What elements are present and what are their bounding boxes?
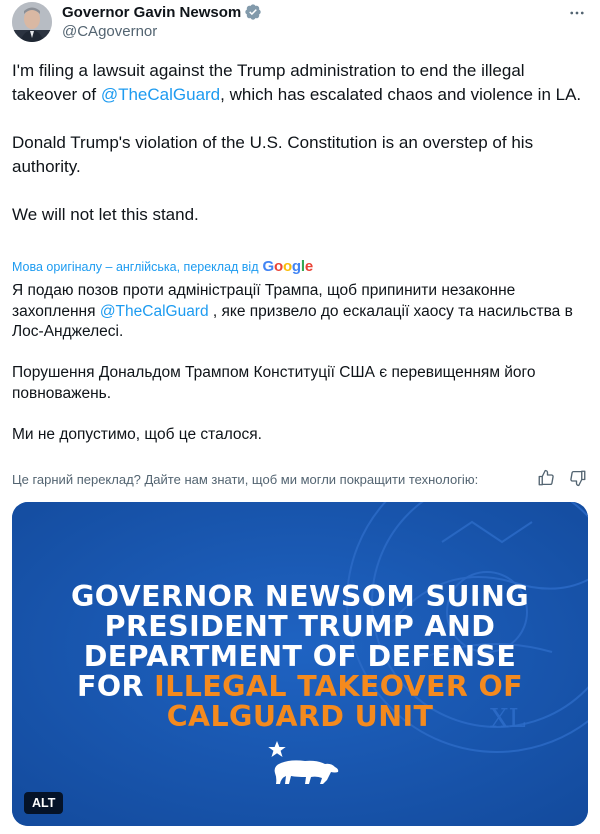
alt-badge[interactable]: ALT (24, 792, 64, 814)
tweet-header: Governor Gavin Newsom @CAgovernor (12, 0, 588, 52)
translated-text: Я подаю позов проти адміністрації Трампа… (12, 281, 588, 445)
tweet-paragraph-2: Donald Trump's violation of the U.S. Con… (12, 133, 534, 176)
headline-line: DEPARTMENT OF DEFENSE (83, 640, 517, 673)
translated-paragraph-2: Порушення Дональдом Трампом Конституції … (12, 364, 536, 402)
headline-text: FOR (76, 670, 155, 703)
verified-badge-icon (244, 3, 262, 21)
headline-highlight: ILLEGAL TAKEOVER OF (154, 670, 524, 703)
headline-line: FOR ILLEGAL TAKEOVER OF (12, 672, 588, 702)
author-name[interactable]: Governor Gavin Newsom (62, 4, 241, 21)
tweet-paragraph-3: We will not let this stand. (12, 205, 199, 224)
tweet-paragraph-1: I'm filing a lawsuit against the Trump a… (12, 59, 588, 107)
author-handle[interactable]: @CAgovernor (62, 23, 157, 40)
translated-mention-link[interactable]: @TheCalGuard (100, 303, 209, 320)
google-logo: Google (262, 258, 314, 275)
mention-link[interactable]: @TheCalGuard (101, 85, 220, 104)
thumbs-up-icon[interactable] (536, 468, 556, 488)
tweet-text-segment: , which has escalated chaos and violence… (220, 85, 582, 104)
headline-line: PRESIDENT TRUMP AND (104, 610, 496, 643)
translated-paragraph-3: Ми не допустимо, щоб це сталося. (12, 425, 262, 443)
headline: GOVERNOR NEWSOM SUING PRESIDENT TRUMP AN… (12, 582, 588, 732)
california-bear-icon (268, 741, 339, 784)
translation-feedback: Це гарний переклад? Дайте нам знати, щоб… (12, 468, 588, 490)
headline-line: GOVERNOR NEWSOM SUING (71, 580, 529, 613)
feedback-question: Це гарний переклад? Дайте нам знати, щоб… (12, 471, 479, 487)
thumbs-down-icon[interactable] (568, 468, 588, 488)
translation-notice[interactable]: Мова оригіналу – англійська, переклад ві… (12, 258, 313, 275)
avatar[interactable] (12, 2, 52, 42)
more-icon[interactable] (566, 2, 588, 24)
feedback-buttons (536, 468, 588, 488)
headline-highlight: CALGUARD UNIT (166, 700, 434, 733)
avatar-photo (12, 2, 52, 42)
translated-paragraph-1: Я подаю позов проти адміністрації Трампа… (12, 281, 588, 343)
translation-notice-label[interactable]: Мова оригіналу – англійська, переклад ві… (12, 260, 259, 274)
name-row: Governor Gavin Newsom (62, 3, 262, 21)
tweet-text: I'm filing a lawsuit against the Trump a… (12, 59, 588, 227)
media-image[interactable]: XL GOVERNOR NEWSOM SUING PRESIDENT TRUMP… (12, 502, 588, 826)
